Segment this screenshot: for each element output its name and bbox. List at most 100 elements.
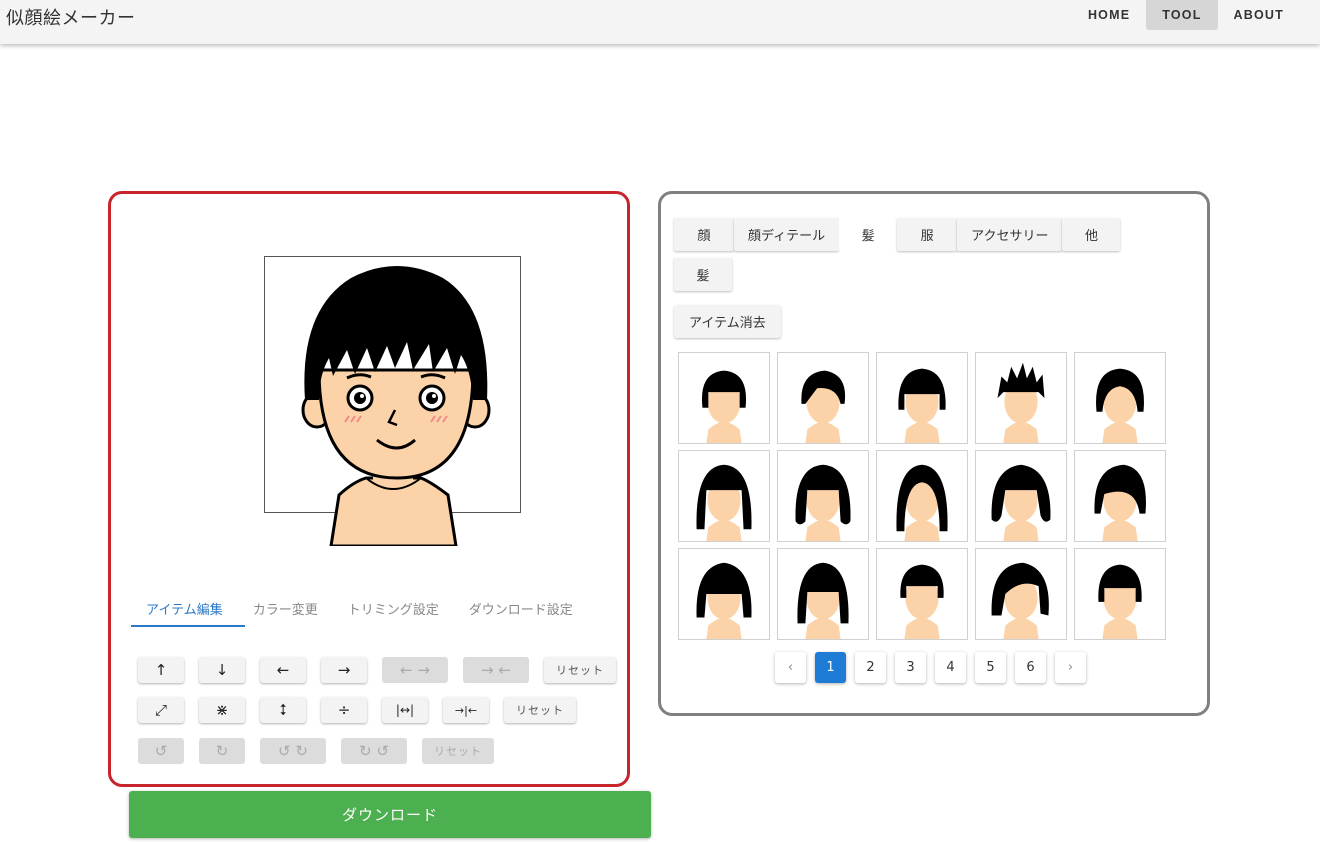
editor-card: アイテム編集 カラー変更 トリミング設定 ダウンロード設定 ↑ ↓ ← → ← … (108, 191, 630, 787)
shrink-button[interactable]: ⋇ (199, 697, 245, 723)
stretch-horizontal-button[interactable]: |↔| (382, 697, 428, 723)
arrow-down-icon: ↓ (215, 661, 229, 679)
rotate-outward-button[interactable]: ↺ ↻ (260, 738, 326, 764)
category-hair[interactable]: 髪 (839, 218, 898, 251)
enlarge-button[interactable]: ⤢ (138, 697, 184, 723)
hair-thumbnail-icon (900, 564, 944, 639)
shrink-icon: ⋇ (215, 701, 229, 719)
item-panel: 顔 顔ディテール 髪 服 アクセサリー 他 髪 アイテム消去 ‹ 1 2 3 4… (658, 191, 1210, 716)
clear-item-button[interactable]: アイテム消去 (674, 305, 781, 338)
move-right-button[interactable]: → (321, 657, 367, 683)
hair-item-long-center[interactable] (876, 450, 968, 542)
tab-item-edit[interactable]: アイテム編集 (131, 592, 238, 624)
compress-vertical-icon: ÷ (337, 701, 351, 719)
narrow-horizontal-button[interactable]: → ← (463, 657, 529, 683)
page-1-button[interactable]: 1 (815, 652, 846, 683)
hair-thumbnail-icon (991, 562, 1049, 639)
reset-size-button[interactable]: リセット (504, 697, 576, 723)
hair-item-short-bob[interactable] (678, 352, 770, 444)
top-bar: 似顔絵メーカー HOME TOOL ABOUT (0, 0, 1320, 44)
spread-horizontal-icon: ← → (400, 661, 430, 679)
tab-color-change[interactable]: カラー変更 (238, 592, 333, 624)
hair-style-grid (678, 352, 1166, 640)
compress-horizontal-icon: →|← (454, 703, 478, 717)
tab-trimming[interactable]: トリミング設定 (333, 592, 454, 624)
hair-thumbnail-icon (991, 464, 1051, 541)
hair-thumbnail-icon (801, 370, 846, 443)
compress-horizontal-button[interactable]: →|← (443, 697, 489, 723)
size-controls: ⤢ ⋇ ⭥ ÷ |↔| →|← リセット (138, 697, 591, 723)
stretch-vertical-button[interactable]: ⭥ (260, 697, 306, 723)
stretch-vertical-icon: ⭥ (278, 701, 288, 719)
category-accessory[interactable]: アクセサリー (957, 218, 1063, 251)
hair-item-long-straight[interactable] (678, 450, 770, 542)
hair-thumbnail-icon (701, 370, 747, 443)
tab-download-settings[interactable]: ダウンロード設定 (454, 592, 588, 624)
move-controls: ↑ ↓ ← → ← → → ← リセット (138, 657, 631, 683)
hair-item-short-crop[interactable] (1074, 548, 1166, 640)
hair-item-hime-cut[interactable] (678, 548, 770, 640)
category-face[interactable]: 顔 (674, 218, 734, 251)
hair-thumbnail-icon (1094, 464, 1146, 541)
hair-item-side-part[interactable] (777, 352, 869, 444)
reset-position-button[interactable]: リセット (544, 657, 616, 683)
hair-item-wavy-bob[interactable] (777, 450, 869, 542)
category-other[interactable]: 他 (1062, 218, 1121, 251)
page-4-button[interactable]: 4 (935, 652, 966, 683)
main-nav: HOME TOOL ABOUT (1072, 0, 1300, 30)
arrow-up-icon: ↑ (154, 661, 168, 679)
move-up-button[interactable]: ↑ (138, 657, 184, 683)
prev-page-button[interactable]: ‹ (775, 652, 806, 683)
next-page-button[interactable]: › (1055, 652, 1086, 683)
subcategory-tabs: 髪 (674, 258, 732, 291)
nav-home[interactable]: HOME (1072, 0, 1146, 30)
rotate-left-icon: ↺ (154, 742, 168, 760)
hair-item-mushroom[interactable] (1074, 352, 1166, 444)
compress-vertical-button[interactable]: ÷ (321, 697, 367, 723)
rotate-inward-button[interactable]: ↻ ↺ (341, 738, 407, 764)
nav-tool[interactable]: TOOL (1146, 0, 1218, 30)
rotate-right-button[interactable]: ↻ (199, 738, 245, 764)
hair-thumbnail-icon (1098, 564, 1142, 639)
arrow-left-icon: ← (276, 661, 290, 679)
reset-rotation-button[interactable]: リセット (422, 738, 494, 764)
hair-thumbnail-icon (696, 464, 752, 541)
move-down-button[interactable]: ↓ (199, 657, 245, 683)
rotate-right-icon: ↻ (215, 742, 229, 760)
page-5-button[interactable]: 5 (975, 652, 1006, 683)
category-tabs: 顔 顔ディテール 髪 服 アクセサリー 他 (674, 218, 1121, 251)
category-face-detail[interactable]: 顔ディテール (734, 218, 840, 251)
rotate-left-button[interactable]: ↺ (138, 738, 184, 764)
rotate-controls: ↺ ↻ ↺ ↻ ↻ ↺ リセット (138, 738, 509, 764)
page-3-button[interactable]: 3 (895, 652, 926, 683)
spread-horizontal-button[interactable]: ← → (382, 657, 448, 683)
download-button[interactable]: ダウンロード (129, 791, 651, 838)
hair-item-bowl-cut[interactable] (876, 352, 968, 444)
rotate-outward-icon: ↺ ↻ (278, 742, 308, 760)
pagination: ‹ 1 2 3 4 5 6 › (775, 652, 1095, 683)
hair-item-volume-wave[interactable] (975, 548, 1067, 640)
hair-thumbnail-icon (1096, 368, 1144, 443)
hair-thumbnail-icon (898, 368, 946, 443)
page-6-button[interactable]: 6 (1015, 652, 1046, 683)
category-clothes[interactable]: 服 (897, 218, 958, 251)
editor-tabs: アイテム編集 カラー変更 トリミング設定 ダウンロード設定 (131, 592, 588, 628)
hair-item-spiky[interactable] (975, 352, 1067, 444)
app-title[interactable]: 似顔絵メーカー (6, 4, 136, 30)
arrow-right-icon: → (337, 661, 351, 679)
hair-item-curly-bob[interactable] (975, 450, 1067, 542)
hair-item-short-neat[interactable] (876, 548, 968, 640)
portrait-canvas[interactable] (261, 250, 511, 546)
rotate-inward-icon: ↻ ↺ (359, 742, 389, 760)
move-left-button[interactable]: ← (260, 657, 306, 683)
hair-item-round-bob[interactable] (777, 548, 869, 640)
chevron-right-icon: › (1067, 660, 1074, 675)
page-2-button[interactable]: 2 (855, 652, 886, 683)
stretch-horizontal-icon: |↔| (395, 703, 415, 717)
chevron-left-icon: ‹ (787, 660, 794, 675)
hair-item-side-swept[interactable] (1074, 450, 1166, 542)
nav-about[interactable]: ABOUT (1218, 0, 1300, 30)
hair-thumbnail-icon (795, 464, 851, 541)
subcategory-hair[interactable]: 髪 (674, 258, 732, 291)
hair-thumbnail-icon (896, 464, 948, 541)
